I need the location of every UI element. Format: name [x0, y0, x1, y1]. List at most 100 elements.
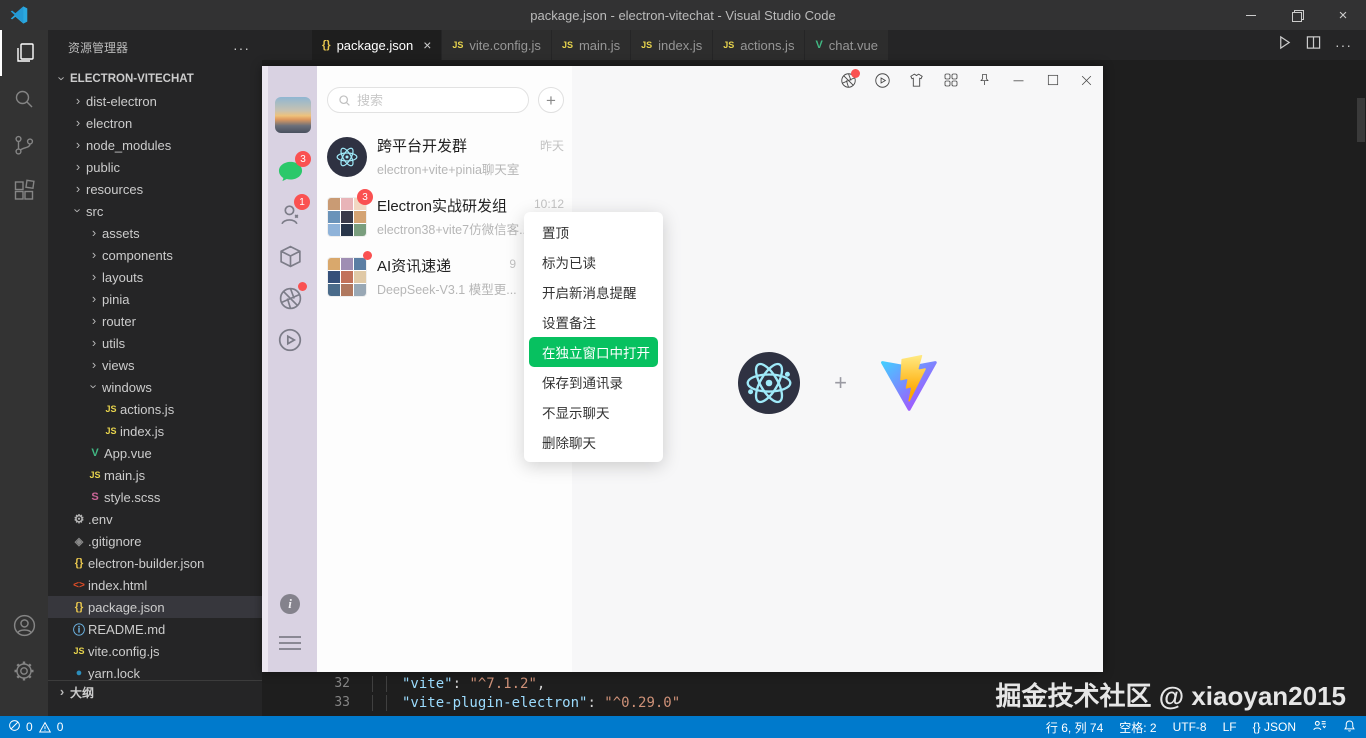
tree-item-index-js[interactable]: JSindex.js: [48, 420, 262, 442]
editor-scrollbar[interactable]: [1357, 98, 1365, 142]
add-chat-button[interactable]: +: [538, 87, 564, 113]
aperture-icon[interactable]: [840, 72, 857, 89]
tab-actions-js[interactable]: JS actions.js: [713, 30, 805, 60]
tshirt-theme-icon[interactable]: [908, 72, 925, 89]
menu-item-mark-read[interactable]: 标为已读: [524, 247, 663, 277]
outline-section[interactable]: › 大纲: [48, 680, 262, 704]
chevron-down-icon: ›: [71, 202, 86, 218]
grid-apps-icon[interactable]: [942, 72, 959, 89]
menu-item-delete-chat[interactable]: 删除聊天: [524, 427, 663, 457]
account-icon[interactable]: [0, 602, 48, 648]
menu-item-open-in-window[interactable]: 在独立窗口中打开: [529, 337, 658, 367]
tree-item-views[interactable]: ›views: [48, 354, 262, 376]
chat-bubble-icon[interactable]: 3: [276, 158, 304, 186]
menu-item-set-remark[interactable]: 设置备注: [524, 307, 663, 337]
play-circle-icon[interactable]: [874, 72, 891, 89]
tree-item-app-vue[interactable]: VApp.vue: [48, 442, 262, 464]
encoding[interactable]: UTF-8: [1173, 720, 1207, 734]
warning-icon[interactable]: [38, 721, 52, 734]
search-box[interactable]: [327, 87, 529, 113]
language-mode[interactable]: {} JSON: [1253, 720, 1296, 734]
error-icon[interactable]: [8, 719, 21, 735]
plus-sign: +: [834, 370, 847, 396]
tree-item-electron-builder-json[interactable]: {}electron-builder.json: [48, 552, 262, 574]
html-file-icon: <>: [70, 580, 88, 591]
tab-package-json[interactable]: {} package.json ×: [312, 30, 442, 60]
minimize-icon[interactable]: [1010, 72, 1027, 89]
indentation[interactable]: 空格: 2: [1119, 719, 1156, 736]
tab-index-js[interactable]: JS index.js: [631, 30, 713, 60]
feedback-icon[interactable]: [1312, 719, 1327, 736]
tree-item-layouts[interactable]: ›layouts: [48, 266, 262, 288]
chat-item-cross-platform[interactable]: 跨平台开发群 electron+vite+pinia聊天室 昨天: [317, 127, 572, 187]
app-titlebar-actions: [840, 70, 1095, 90]
explorer-icon[interactable]: [0, 30, 48, 76]
close-icon[interactable]: [1078, 72, 1095, 89]
minimize-icon[interactable]: [1228, 0, 1274, 30]
close-icon[interactable]: ×: [1320, 0, 1366, 30]
tree-item-package-json[interactable]: {}package.json: [48, 596, 262, 618]
search-icon[interactable]: [0, 76, 48, 122]
close-icon[interactable]: ×: [423, 37, 431, 53]
tree-item-electron[interactable]: ›electron: [48, 112, 262, 134]
chevron-right-icon: ›: [86, 313, 102, 328]
file-tree: ›ELECTRON-VITECHAT ›dist-electron ›elect…: [48, 68, 262, 684]
explorer-header: 资源管理器: [68, 39, 128, 56]
tree-item-dist-electron[interactable]: ›dist-electron: [48, 90, 262, 112]
warning-count: 0: [57, 720, 64, 734]
split-editor-icon[interactable]: [1306, 35, 1321, 55]
search-input[interactable]: [357, 93, 518, 108]
gitignore-file-icon: ◈: [70, 535, 88, 548]
chevron-right-icon: ›: [86, 335, 102, 350]
editor-tabbar: {} package.json × JS vite.config.js JS m…: [262, 30, 1366, 60]
pin-icon[interactable]: [976, 72, 993, 89]
tree-item-public[interactable]: ›public: [48, 156, 262, 178]
tree-item-root[interactable]: ›ELECTRON-VITECHAT: [48, 68, 262, 90]
eol-sequence[interactable]: LF: [1223, 720, 1237, 734]
tree-item-actions-js[interactable]: JSactions.js: [48, 398, 262, 420]
tree-item-vite-config-js[interactable]: JSvite.config.js: [48, 640, 262, 662]
play-circle-icon[interactable]: [276, 326, 304, 354]
hamburger-menu-icon[interactable]: [279, 636, 301, 654]
user-avatar[interactable]: [275, 97, 311, 133]
menu-item-save-contacts[interactable]: 保存到通讯录: [524, 367, 663, 397]
restore-icon[interactable]: [1274, 0, 1320, 30]
tree-item-components[interactable]: ›components: [48, 244, 262, 266]
json-file-icon: {}: [70, 601, 88, 613]
vscode-titlebar: package.json - electron-vitechat - Visua…: [0, 0, 1366, 30]
source-control-icon[interactable]: [0, 122, 48, 168]
more-actions-icon[interactable]: ···: [1335, 37, 1352, 53]
tree-item-assets[interactable]: ›assets: [48, 222, 262, 244]
tree-item-resources[interactable]: ›resources: [48, 178, 262, 200]
tree-item-src[interactable]: ›src: [48, 200, 262, 222]
settings-gear-icon[interactable]: [0, 648, 48, 694]
tree-item-style-scss[interactable]: Sstyle.scss: [48, 486, 262, 508]
tab-chat-vue[interactable]: V chat.vue: [805, 30, 889, 60]
tree-item-router[interactable]: ›router: [48, 310, 262, 332]
tree-item-env[interactable]: ⚙.env: [48, 508, 262, 530]
menu-item-hide-chat[interactable]: 不显示聊天: [524, 397, 663, 427]
tree-item-utils[interactable]: ›utils: [48, 332, 262, 354]
cursor-position[interactable]: 行 6, 列 74: [1046, 719, 1103, 736]
run-icon[interactable]: [1277, 35, 1292, 55]
tree-item-gitignore[interactable]: ◈.gitignore: [48, 530, 262, 552]
contacts-icon[interactable]: 1: [276, 200, 304, 228]
info-icon[interactable]: i: [280, 594, 300, 614]
tab-main-js[interactable]: JS main.js: [552, 30, 631, 60]
menu-item-pin-top[interactable]: 置顶: [524, 217, 663, 247]
more-actions-icon[interactable]: ···: [233, 40, 250, 56]
extensions-icon[interactable]: [0, 168, 48, 214]
bell-icon[interactable]: [1343, 719, 1356, 736]
tab-vite-config-js[interactable]: JS vite.config.js: [442, 30, 552, 60]
tree-item-index-html[interactable]: <>index.html: [48, 574, 262, 596]
tree-item-windows[interactable]: ›windows: [48, 376, 262, 398]
package-box-icon[interactable]: [276, 242, 304, 270]
menu-item-enable-notifications[interactable]: 开启新消息提醒: [524, 277, 663, 307]
js-file-icon: JS: [562, 40, 573, 50]
tree-item-pinia[interactable]: ›pinia: [48, 288, 262, 310]
aperture-icon[interactable]: [276, 284, 304, 312]
tree-item-node-modules[interactable]: ›node_modules: [48, 134, 262, 156]
tree-item-main-js[interactable]: JSmain.js: [48, 464, 262, 486]
maximize-icon[interactable]: [1044, 72, 1061, 89]
tree-item-readme-md[interactable]: ⓘREADME.md: [48, 618, 262, 640]
